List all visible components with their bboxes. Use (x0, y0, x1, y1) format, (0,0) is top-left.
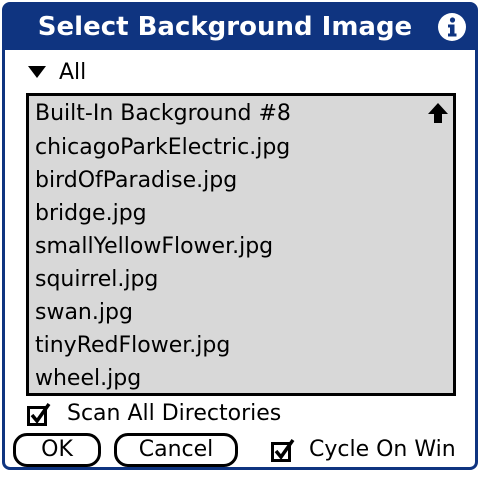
arrow-up-icon[interactable] (427, 102, 449, 124)
triangle-down-icon (28, 66, 46, 78)
cancel-button[interactable]: Cancel (114, 433, 238, 467)
ok-button[interactable]: OK (13, 433, 101, 467)
list-item[interactable]: bridge.jpg (35, 197, 417, 231)
category-dropdown[interactable]: All (27, 57, 86, 87)
title-bar: Select Background Image (5, 5, 475, 50)
list-item[interactable]: chicagoParkElectric.jpg (35, 131, 417, 165)
scan-all-directories-label: Scan All Directories (67, 401, 282, 426)
scan-all-directories-checkbox[interactable]: Scan All Directories (27, 401, 281, 426)
image-list[interactable]: Built-In Background #8 chicagoParkElectr… (26, 93, 456, 396)
category-selected-label: All (59, 59, 87, 85)
select-background-dialog: Select Background Image All Built-In Bac… (2, 2, 478, 470)
cycle-on-win-label: Cycle On Win (309, 437, 456, 462)
checkbox-checked-icon (271, 438, 295, 462)
info-icon[interactable] (437, 12, 467, 42)
list-item[interactable]: Built-In Background #8 (35, 97, 417, 131)
list-item[interactable]: smallYellowFlower.jpg (35, 230, 417, 264)
checkbox-checked-icon (27, 402, 51, 426)
cycle-on-win-checkbox[interactable]: Cycle On Win (271, 437, 456, 462)
list-item[interactable]: birdOfParadise.jpg (35, 164, 417, 198)
list-item[interactable]: swan.jpg (35, 296, 417, 330)
list-item[interactable]: tinyRedFlower.jpg (35, 329, 417, 363)
dialog-title: Select Background Image (37, 12, 413, 42)
list-item[interactable]: wheel.jpg (35, 362, 417, 396)
list-item[interactable]: squirrel.jpg (35, 263, 417, 297)
